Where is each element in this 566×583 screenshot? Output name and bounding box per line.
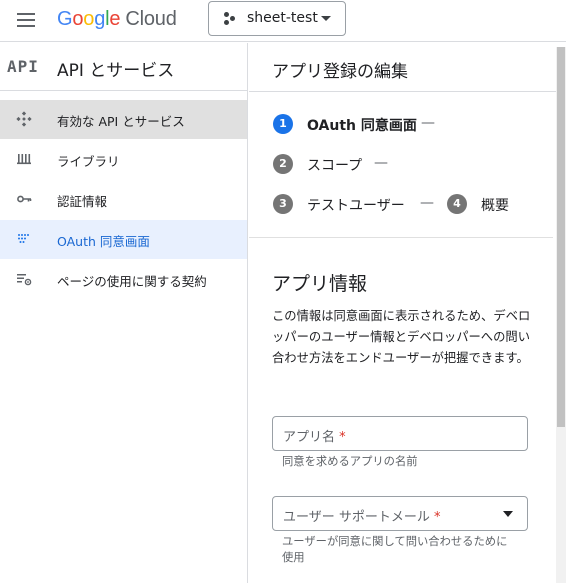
logo-cloud: Cloud [125, 8, 177, 30]
required-marker: * [434, 510, 441, 525]
divider [249, 237, 553, 238]
sidebar: API API とサービス 有効な API とサービス ライブラリ 認証情報 O… [0, 43, 248, 583]
step-oauth-consent[interactable]: 1 OAuth 同意画面 — [273, 114, 473, 134]
app-name-label: アプリ名 * [283, 430, 346, 445]
enabled-apis-icon [16, 111, 32, 127]
step-separator: — [421, 115, 435, 131]
sidebar-item-label: ページの使用に関する契約 [57, 274, 207, 289]
sidebar-title: API とサービス [57, 61, 175, 81]
key-icon [16, 191, 32, 207]
top-bar: Google Cloud sheet-test [0, 0, 566, 42]
divider [249, 91, 566, 92]
project-picker[interactable]: sheet-test [208, 1, 346, 36]
step-number: 3 [273, 194, 293, 214]
api-icon: API [7, 57, 39, 76]
dropdown-arrow-icon [503, 511, 513, 517]
scrollbar[interactable] [556, 47, 566, 583]
page-title: アプリ登録の編集 [272, 62, 408, 82]
chevron-down-icon [321, 16, 331, 21]
section-title: アプリ情報 [272, 273, 368, 295]
step-number: 1 [273, 114, 293, 134]
google-cloud-logo[interactable]: Google Cloud [57, 8, 177, 31]
project-name: sheet-test [247, 10, 318, 26]
main-content: アプリ登録の編集 1 OAuth 同意画面 — 2 スコープ — 3 テストユー… [249, 43, 566, 583]
sidebar-item-label: ライブラリ [57, 154, 120, 169]
support-email-select[interactable]: ユーザー サポートメール * [272, 496, 528, 531]
library-icon [16, 151, 32, 167]
oauth-consent-icon [16, 231, 32, 247]
sidebar-item-label: OAuth 同意画面 [57, 234, 150, 249]
sidebar-item-library[interactable]: ライブラリ [0, 140, 247, 179]
agreements-icon [16, 271, 32, 287]
step-label: 概要 [481, 198, 509, 214]
section-description: この情報は同意画面に表示されるため、デベロッパーのユーザー情報とデベロッパーへの… [272, 309, 531, 365]
step-label: テストユーザー [307, 198, 405, 214]
sidebar-item-page-usage-agreements[interactable]: ページの使用に関する契約 [0, 260, 247, 299]
step-number: 2 [273, 154, 293, 174]
step-separator: — [374, 155, 388, 171]
sidebar-item-label: 認証情報 [57, 194, 108, 209]
step-scopes[interactable]: 2 スコープ — [273, 154, 423, 174]
app-name-hint: 同意を求めるアプリの名前 [282, 455, 418, 468]
sidebar-item-credentials[interactable]: 認証情報 [0, 180, 247, 219]
step-summary[interactable]: 4 概要 [447, 194, 527, 214]
logo-google: Google [57, 8, 121, 30]
sidebar-item-label: 有効な API とサービス [57, 114, 185, 129]
sidebar-header: API API とサービス [0, 43, 247, 91]
support-email-hint: ユーザーが同意に関して問い合わせるために使用 [282, 535, 508, 564]
project-icon [224, 12, 236, 26]
app-name-input[interactable]: アプリ名 * [272, 416, 528, 451]
menu-icon[interactable] [17, 13, 35, 27]
step-test-users[interactable]: 3 テストユーザー — [273, 194, 443, 214]
step-number: 4 [447, 194, 467, 214]
sidebar-item-oauth-consent[interactable]: OAuth 同意画面 [0, 220, 247, 259]
step-label: スコープ [307, 158, 363, 174]
scrollbar-thumb[interactable] [557, 47, 565, 427]
step-separator: — [420, 195, 434, 211]
support-email-label: ユーザー サポートメール * [283, 510, 441, 525]
sidebar-item-enabled-apis[interactable]: 有効な API とサービス [0, 100, 247, 139]
required-marker: * [339, 430, 346, 445]
step-label: OAuth 同意画面 [307, 118, 417, 134]
